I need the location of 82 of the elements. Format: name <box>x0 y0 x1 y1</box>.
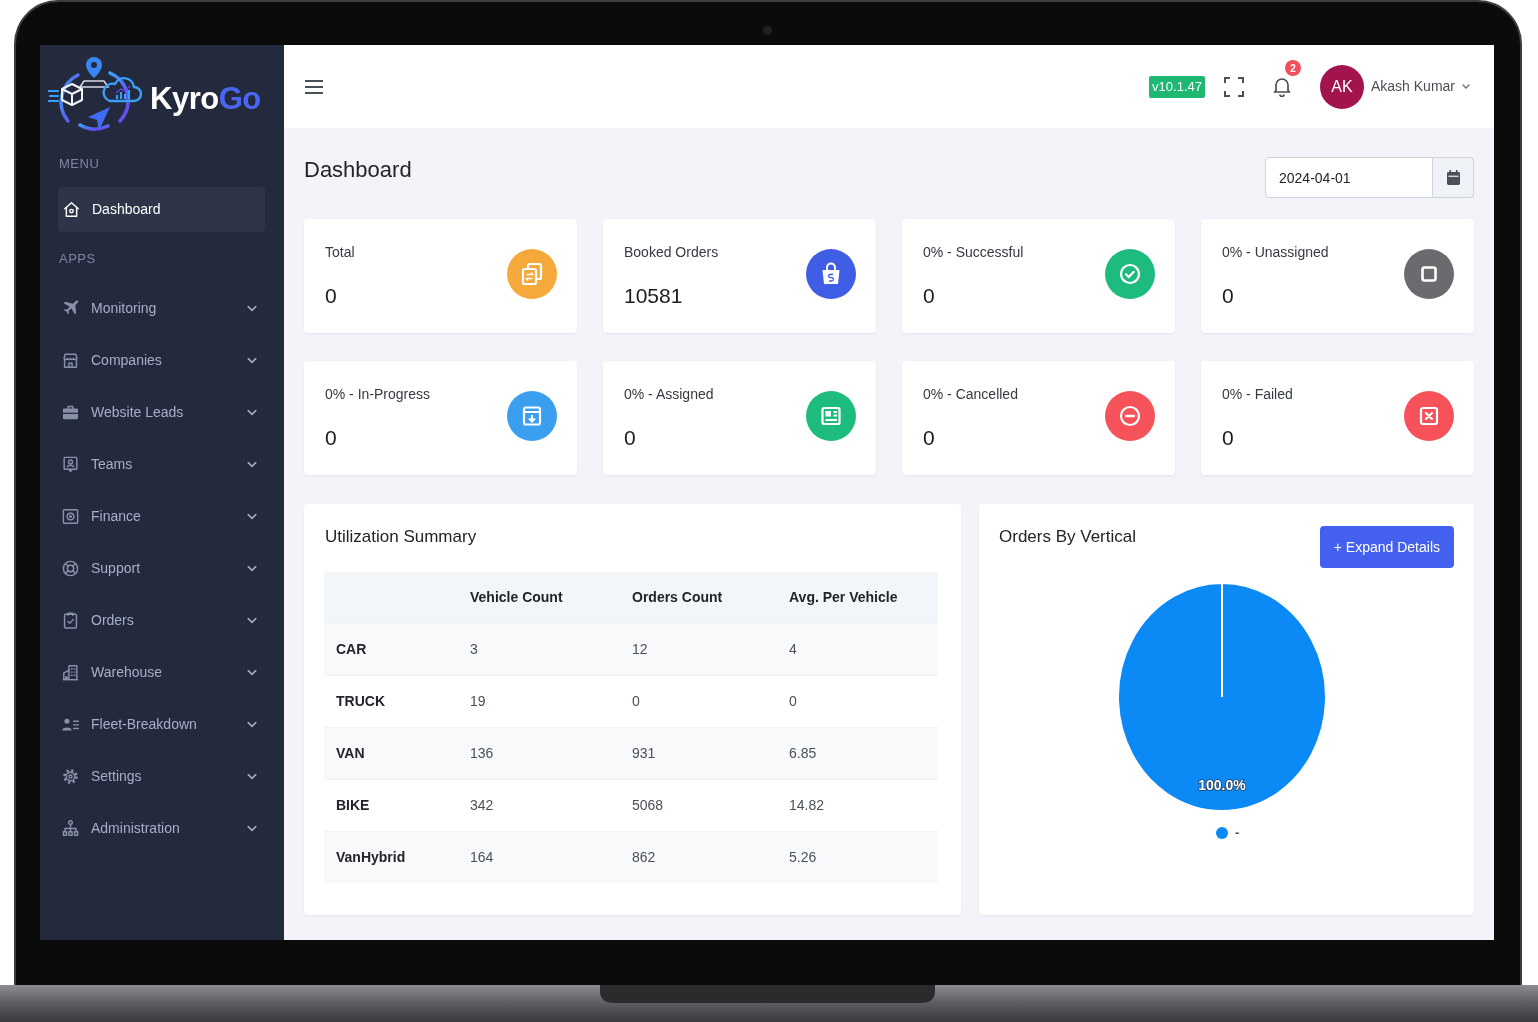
table-cell: 0 <box>620 675 777 727</box>
table-cell: 0 <box>777 675 938 727</box>
section-label: MENU <box>59 154 100 173</box>
nav-item[interactable]: Administration <box>58 802 265 854</box>
safe-icon <box>61 506 80 526</box>
notification-bell-icon[interactable] <box>1271 76 1292 97</box>
user-menu-button[interactable]: Akash Kumar <box>1370 76 1470 97</box>
table-cell: 6.85 <box>777 727 938 779</box>
table-cell: VanHybrid <box>324 831 458 883</box>
nav-item[interactable]: Finance <box>58 490 265 542</box>
sitemap-icon <box>61 818 80 838</box>
section-label: APPS <box>59 249 96 268</box>
calendar-button[interactable] <box>1433 157 1474 198</box>
menu-icon[interactable] <box>305 79 323 94</box>
calendar-icon <box>1446 170 1460 185</box>
stat-label: 0% - In-Progress <box>325 385 431 404</box>
nav-item[interactable]: Settings <box>58 750 265 802</box>
nav-item[interactable]: Website Leads <box>58 386 265 438</box>
card-title: Utilization Summary <box>324 526 478 548</box>
nav-item[interactable]: Orders <box>58 594 265 646</box>
table-cell: 164 <box>458 831 620 883</box>
nav-item[interactable]: Teams <box>58 438 265 490</box>
stat-value: 0 <box>624 425 637 451</box>
stat-label: 0% - Unassigned <box>1222 243 1329 262</box>
stat-label: 0% - Successful <box>923 243 1024 262</box>
table-cell: TRUCK <box>324 675 458 727</box>
table-cell: BIKE <box>324 779 458 831</box>
stat-value: 0 <box>325 283 338 309</box>
home-icon <box>62 200 81 219</box>
notification-badge: 2 <box>1284 60 1301 76</box>
table-cell: 5068 <box>620 779 777 831</box>
table-cell: 931 <box>620 727 777 779</box>
column-header: Avg. Per Vehicle <box>777 572 938 623</box>
legend-label: - <box>1235 826 1240 840</box>
table-cell: 136 <box>458 727 620 779</box>
clipboard-check-icon <box>61 610 80 630</box>
stat-label: 0% - Assigned <box>624 385 714 404</box>
table-cell: 862 <box>620 831 777 883</box>
nav-item[interactable]: Fleet-Breakdown <box>58 698 265 750</box>
fullscreen-icon[interactable] <box>1223 76 1244 97</box>
table-cell: 19 <box>458 675 620 727</box>
table-cell: VAN <box>324 727 458 779</box>
lifebuoy-icon <box>61 558 80 578</box>
stat-value: 10581 <box>624 283 684 309</box>
settings-icon <box>61 766 80 786</box>
logo-icon <box>48 54 142 131</box>
date-field[interactable]: 2024-04-01 <box>1265 157 1433 198</box>
stat-label: 0% - Failed <box>1222 385 1293 404</box>
column-header: Orders Count <box>620 572 777 623</box>
stat-label: 0% - Cancelled <box>923 385 1018 404</box>
logo-text: KyroGo <box>150 80 261 117</box>
card-title: Orders By Vertical <box>999 526 1136 548</box>
person-card-icon <box>61 454 80 474</box>
table-cell: 14.82 <box>777 779 938 831</box>
stat-value: 0 <box>1222 283 1235 309</box>
nav-item[interactable]: Monitoring <box>58 282 265 334</box>
stat-value: 0 <box>1222 425 1235 451</box>
table-cell: 4 <box>777 623 938 675</box>
data-label: 100.0% <box>1198 776 1246 793</box>
stat-label: Total <box>325 243 355 262</box>
nav-item[interactable]: Dashboard <box>58 187 265 232</box>
table-cell: 342 <box>458 779 620 831</box>
version-badge: v10.1.47 <box>1149 75 1205 98</box>
expand-details-button[interactable]: + Expand Details <box>1319 526 1454 568</box>
store-icon <box>61 350 80 370</box>
nav-item[interactable]: Warehouse <box>58 646 265 698</box>
stat-value: 0 <box>325 425 338 451</box>
page-title: Dashboard <box>304 156 412 184</box>
camera-icon <box>762 26 772 35</box>
table-cell: 3 <box>458 623 620 675</box>
building-icon <box>61 662 80 682</box>
nav-item[interactable]: Support <box>58 542 265 594</box>
stat-label: Booked Orders <box>624 243 719 262</box>
caret-down-icon <box>1462 84 1470 89</box>
table-cell: CAR <box>324 623 458 675</box>
nav-item[interactable]: Companies <box>58 334 265 386</box>
stat-value: 0 <box>923 425 936 451</box>
stat-value: 0 <box>923 283 936 309</box>
table-cell: 5.26 <box>777 831 938 883</box>
user-avatar: AK <box>1319 64 1364 109</box>
column-header: Vehicle Count <box>458 572 620 623</box>
table-cell: 12 <box>620 623 777 675</box>
